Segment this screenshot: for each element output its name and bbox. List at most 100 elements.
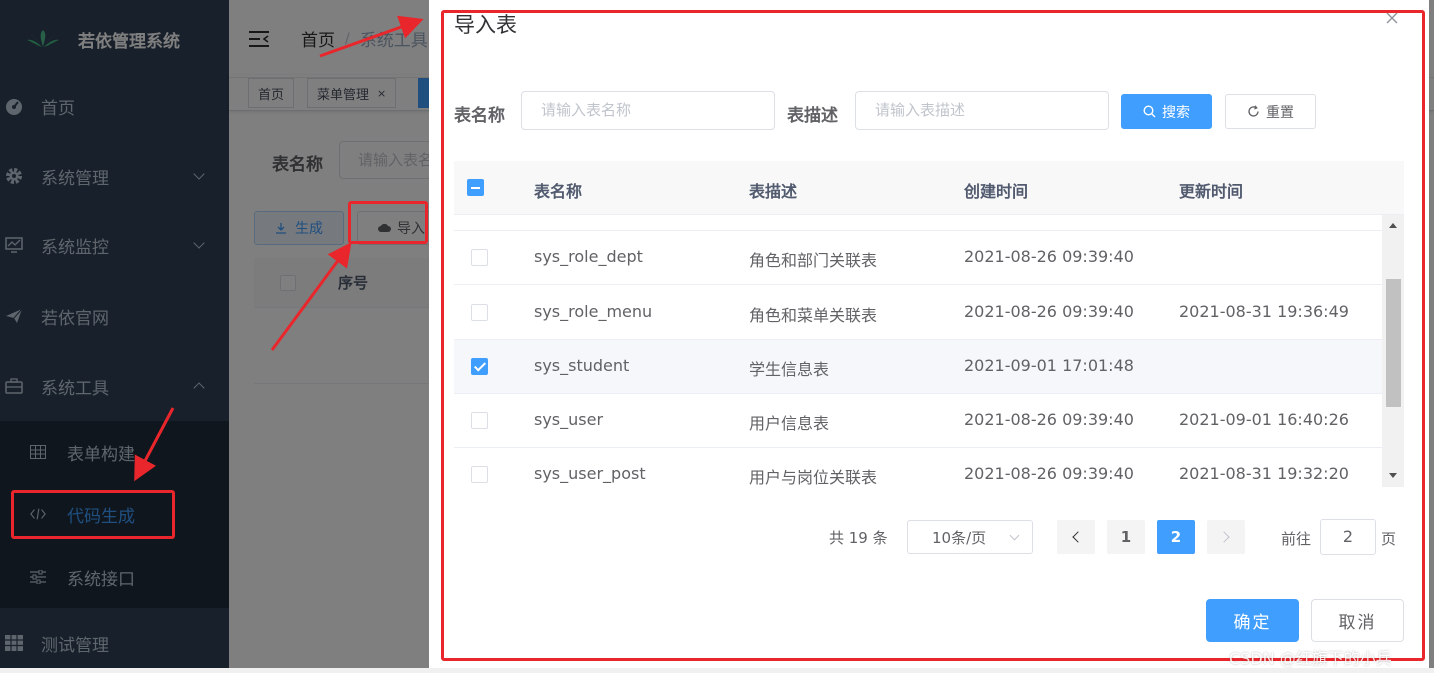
table-body: sys_role_dept 角色和部门关联表 2021-08-26 09:39:…	[454, 215, 1382, 487]
goto-unit: 页	[1381, 530, 1397, 548]
sidebar-item-label: 代码生成	[67, 506, 135, 527]
sidebar-item-label: 系统监控	[41, 237, 109, 258]
table-row[interactable]: sys_user 用户信息表 2021-08-26 09:39:40 2021-…	[454, 394, 1382, 448]
row-checkbox[interactable]	[471, 249, 488, 266]
scrollbar-thumb[interactable]	[1386, 279, 1401, 407]
column-table-desc: 表描述	[749, 182, 798, 201]
logo[interactable]: 若依管理系统	[0, 0, 229, 78]
app-title: 若依管理系统	[78, 31, 180, 52]
cell-updated-time: 2021-08-31 19:32:20	[1179, 464, 1349, 483]
cell-table-desc: 角色和部门关联表	[749, 251, 878, 270]
scroll-down-arrow-icon[interactable]	[1389, 473, 1397, 478]
cell-table-name: sys_student	[534, 356, 630, 375]
prev-page-button[interactable]	[1057, 520, 1095, 554]
page-1-button[interactable]: 1	[1107, 520, 1145, 554]
chevron-down-icon	[193, 237, 205, 249]
table-row[interactable]: sys_user_post 用户与岗位关联表 2021-08-26 09:39:…	[454, 448, 1382, 487]
chevron-up-icon	[193, 382, 205, 394]
breadcrumb-home[interactable]: 首页	[301, 26, 335, 51]
dialog-title: 导入表	[454, 13, 517, 37]
sidebar-item-label: 若依官网	[41, 308, 109, 329]
sidebar-item-label: 表单构建	[67, 444, 135, 465]
table-desc-input[interactable]: 请输入表描述	[855, 91, 1109, 130]
divider	[254, 383, 454, 384]
goto-page-input[interactable]: 2	[1320, 519, 1376, 555]
table-name-input[interactable]: 请输入表名称	[521, 91, 775, 130]
cell-table-desc: 角色和菜单关联表	[749, 306, 878, 325]
cloud-upload-icon	[378, 223, 391, 232]
send-icon	[5, 307, 23, 325]
scroll-up-arrow-icon[interactable]	[1389, 223, 1397, 228]
cell-created-time: 2021-08-26 09:39:40	[964, 410, 1134, 429]
next-page-button[interactable]	[1207, 520, 1245, 554]
cell-created-time: 2021-08-26 09:39:40	[964, 302, 1134, 321]
reset-button[interactable]: 重置	[1225, 94, 1316, 129]
sidebar-item-tools[interactable]: 系统工具	[0, 358, 229, 414]
refresh-icon	[1248, 105, 1259, 117]
sidebar-item-home[interactable]: 首页	[0, 78, 229, 134]
breadcrumb-separator: /	[345, 30, 350, 47]
search-button[interactable]: 搜索	[1121, 94, 1212, 129]
chevron-right-icon	[1218, 531, 1230, 543]
cell-created-time: 2021-08-26 09:39:40	[964, 464, 1134, 483]
main-table-header: 序号	[254, 258, 454, 308]
sidebar-item-label: 首页	[41, 98, 75, 119]
sidebar-item-monitor[interactable]: 系统监控	[0, 217, 229, 273]
import-table-dialog: 导入表 表名称 请输入表名称 表描述 请输入表描述 搜索 重置 表名称 表描述 …	[429, 0, 1429, 668]
monitor-icon	[5, 236, 23, 254]
generate-label: 生成	[295, 221, 323, 237]
select-all-checkbox[interactable]	[467, 179, 484, 196]
page-size-select[interactable]: 10条/页	[907, 520, 1033, 554]
breadcrumb-current: 系统工具	[359, 31, 428, 51]
page-size-value: 10条/页	[932, 528, 987, 547]
chevron-down-icon	[1009, 530, 1020, 541]
query-label: 表名称	[272, 155, 323, 175]
cell-table-name: sys_user	[534, 410, 604, 429]
table-row[interactable]: sys_role_dept 角色和部门关联表 2021-08-26 09:39:…	[454, 231, 1382, 285]
sidebar-item-label: 系统管理	[41, 168, 109, 189]
tag-home[interactable]: 首页	[248, 78, 295, 108]
table-row-selected[interactable]: sys_student 学生信息表 2021-09-01 17:01:48	[454, 340, 1382, 394]
sidebar-item-system[interactable]: 系统管理	[0, 148, 229, 204]
row-checkbox[interactable]	[471, 412, 488, 429]
page-2-button[interactable]: 2	[1157, 520, 1195, 554]
column-table-name: 表名称	[534, 182, 583, 201]
select-all-checkbox[interactable]	[280, 275, 296, 291]
toolbox-icon	[5, 377, 23, 395]
grid-icon	[5, 634, 23, 652]
confirm-button[interactable]: 确定	[1206, 599, 1299, 642]
gear-icon	[5, 167, 23, 185]
query-input[interactable]: 请输入表名称	[339, 141, 439, 179]
sidebar: 若依管理系统 首页 系统管理 系统监控 若依官网 系统工具 表单构建 代码生成 …	[0, 0, 229, 668]
search-label: 搜索	[1162, 104, 1190, 121]
import-label: 导入	[397, 221, 425, 237]
sidebar-item-api[interactable]: 系统接口	[0, 549, 229, 605]
close-icon[interactable]	[1384, 10, 1400, 26]
cell-table-name: sys_user_post	[534, 464, 646, 483]
table-scrollbar[interactable]	[1382, 215, 1404, 487]
table-row[interactable]: sys_role_menu 角色和菜单关联表 2021-08-26 09:39:…	[454, 286, 1382, 340]
cancel-button[interactable]: 取消	[1311, 599, 1404, 642]
import-button[interactable]: 导入	[357, 211, 437, 245]
cell-table-desc: 学生信息表	[749, 360, 830, 379]
generate-button[interactable]: 生成	[254, 211, 344, 245]
row-checkbox-checked[interactable]	[471, 358, 488, 375]
sidebar-item-website[interactable]: 若依官网	[0, 288, 229, 344]
sidebar-item-test[interactable]: 测试管理	[0, 615, 229, 668]
pagination-total: 共 19 条	[829, 529, 888, 547]
cell-updated-time: 2021-09-01 16:40:26	[1179, 410, 1349, 429]
table-header: 表名称 表描述 创建时间 更新时间	[454, 161, 1404, 215]
hamburger-icon[interactable]	[249, 30, 269, 47]
close-icon[interactable]: ×	[377, 87, 386, 100]
sidebar-item-label: 系统接口	[67, 569, 135, 590]
cell-created-time: 2021-08-26 09:39:40	[964, 247, 1134, 266]
tag-menu-manage[interactable]: 菜单管理 ×	[307, 78, 397, 108]
sidebar-item-code-gen[interactable]: 代码生成	[0, 486, 229, 542]
search-icon	[1143, 105, 1156, 118]
download-icon	[276, 223, 286, 234]
sidebar-item-form-build[interactable]: 表单构建	[0, 424, 229, 480]
tag-label: 首页	[258, 87, 285, 103]
row-checkbox[interactable]	[471, 466, 488, 483]
row-checkbox[interactable]	[471, 304, 488, 321]
watermark: CSDN @红旗下的小兵	[1229, 649, 1392, 668]
